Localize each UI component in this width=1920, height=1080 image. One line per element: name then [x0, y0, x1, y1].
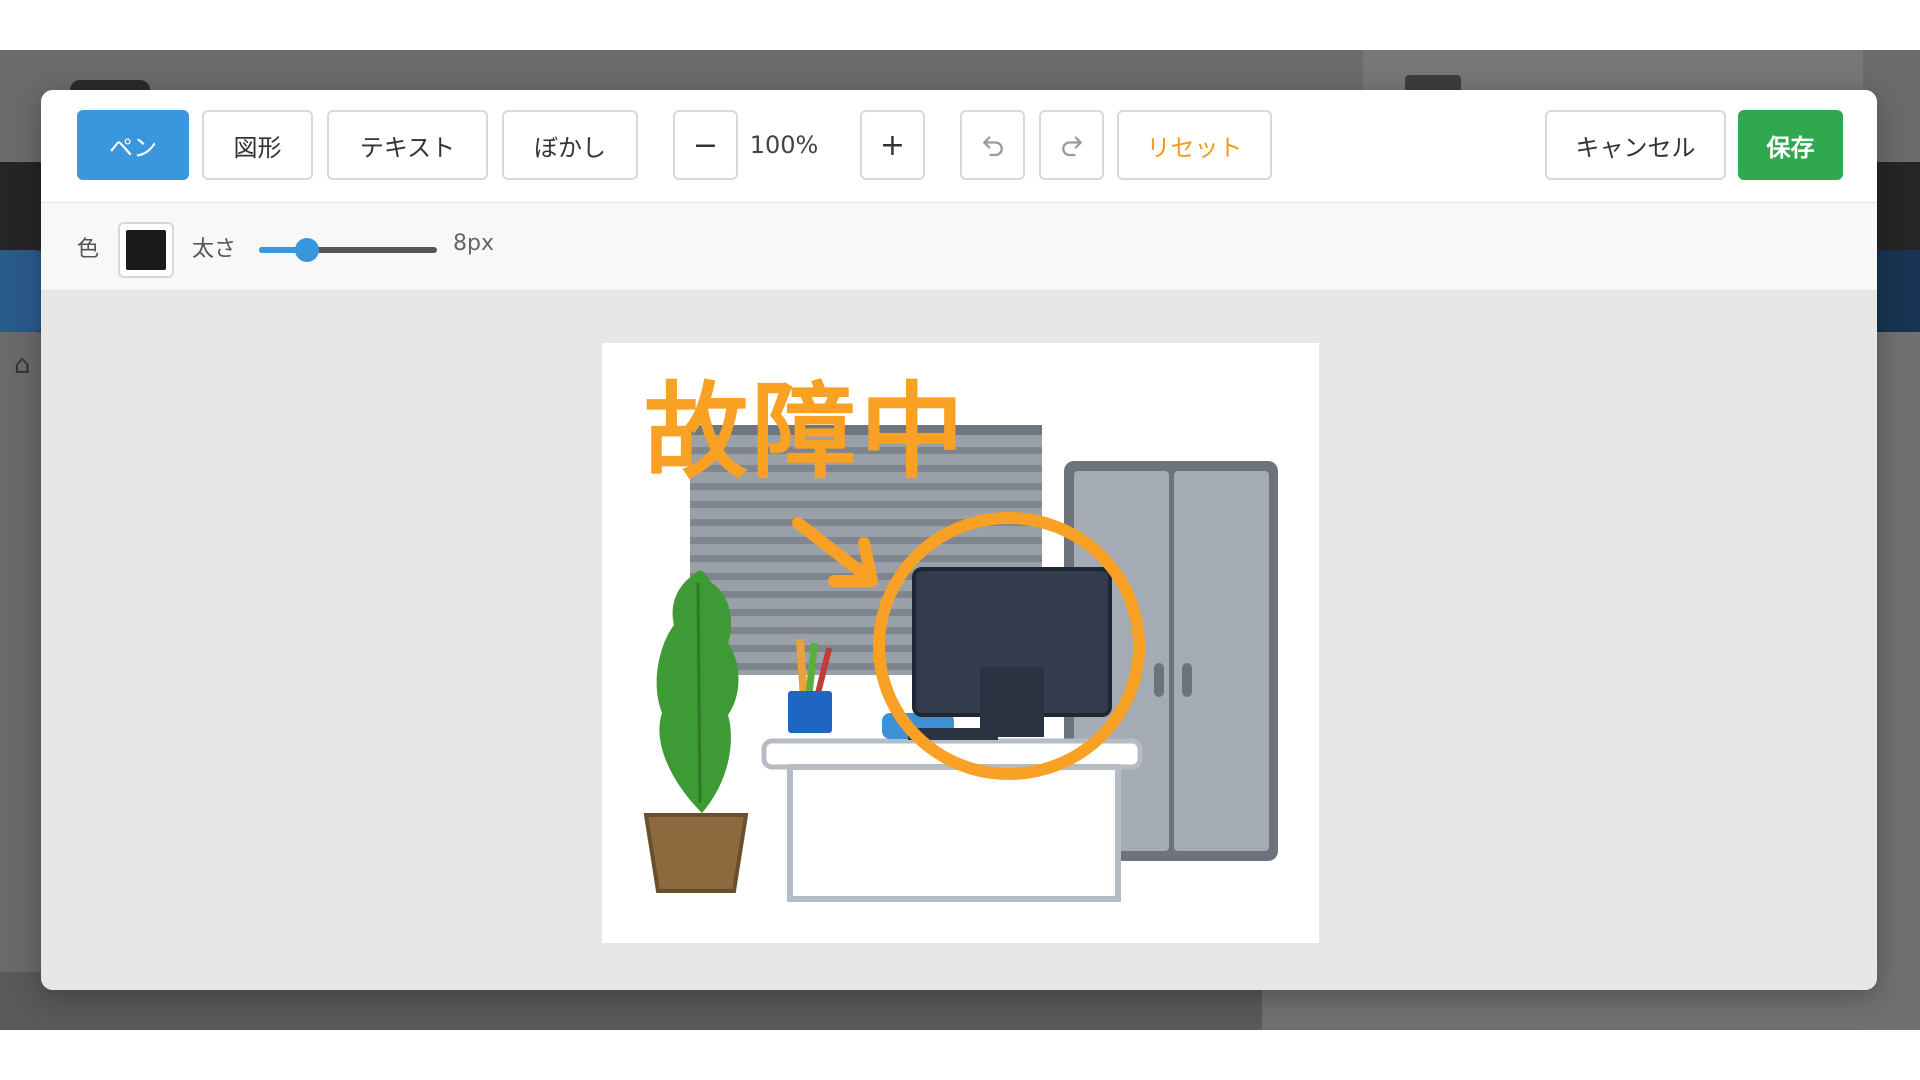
size-slider-thumb[interactable]: [295, 238, 320, 262]
color-swatch: [126, 230, 166, 270]
canvas-area: 故障中: [41, 291, 1877, 990]
tool-text-button[interactable]: テキスト: [327, 110, 488, 180]
size-value: 8px: [453, 231, 494, 256]
zoom-level: 100%: [749, 131, 819, 159]
tool-options-bar: 色 太さ 8px: [41, 203, 1877, 291]
tool-shape-button[interactable]: 図形: [202, 110, 313, 180]
cancel-button[interactable]: キャンセル: [1545, 110, 1726, 180]
save-button[interactable]: 保存: [1738, 110, 1843, 180]
color-label: 色: [77, 237, 100, 262]
background-home-icon: ⌂: [14, 350, 31, 380]
size-label: 太さ: [192, 237, 237, 262]
reset-button[interactable]: リセット: [1117, 110, 1272, 180]
undo-icon: [982, 136, 1003, 157]
pen-annotation-text: 故障中: [644, 371, 968, 493]
drawing-canvas[interactable]: 故障中: [602, 343, 1319, 943]
tool-pen-button[interactable]: ペン: [77, 110, 189, 180]
redo-button[interactable]: [1039, 110, 1104, 180]
image-editor-modal: ペン 図形 テキスト ぼかし − 100% + リセット キャンセル 保存 色 …: [41, 90, 1877, 990]
editor-toolbar: ペン 図形 テキスト ぼかし − 100% + リセット キャンセル 保存: [41, 90, 1877, 203]
tool-blur-button[interactable]: ぼかし: [502, 110, 638, 180]
color-picker[interactable]: [118, 222, 174, 278]
undo-button[interactable]: [960, 110, 1025, 180]
computer-monitor: [882, 567, 1112, 740]
zoom-in-button[interactable]: +: [860, 110, 925, 180]
canvas-illustration: 故障中: [643, 371, 1278, 902]
redo-icon: [1061, 136, 1082, 157]
